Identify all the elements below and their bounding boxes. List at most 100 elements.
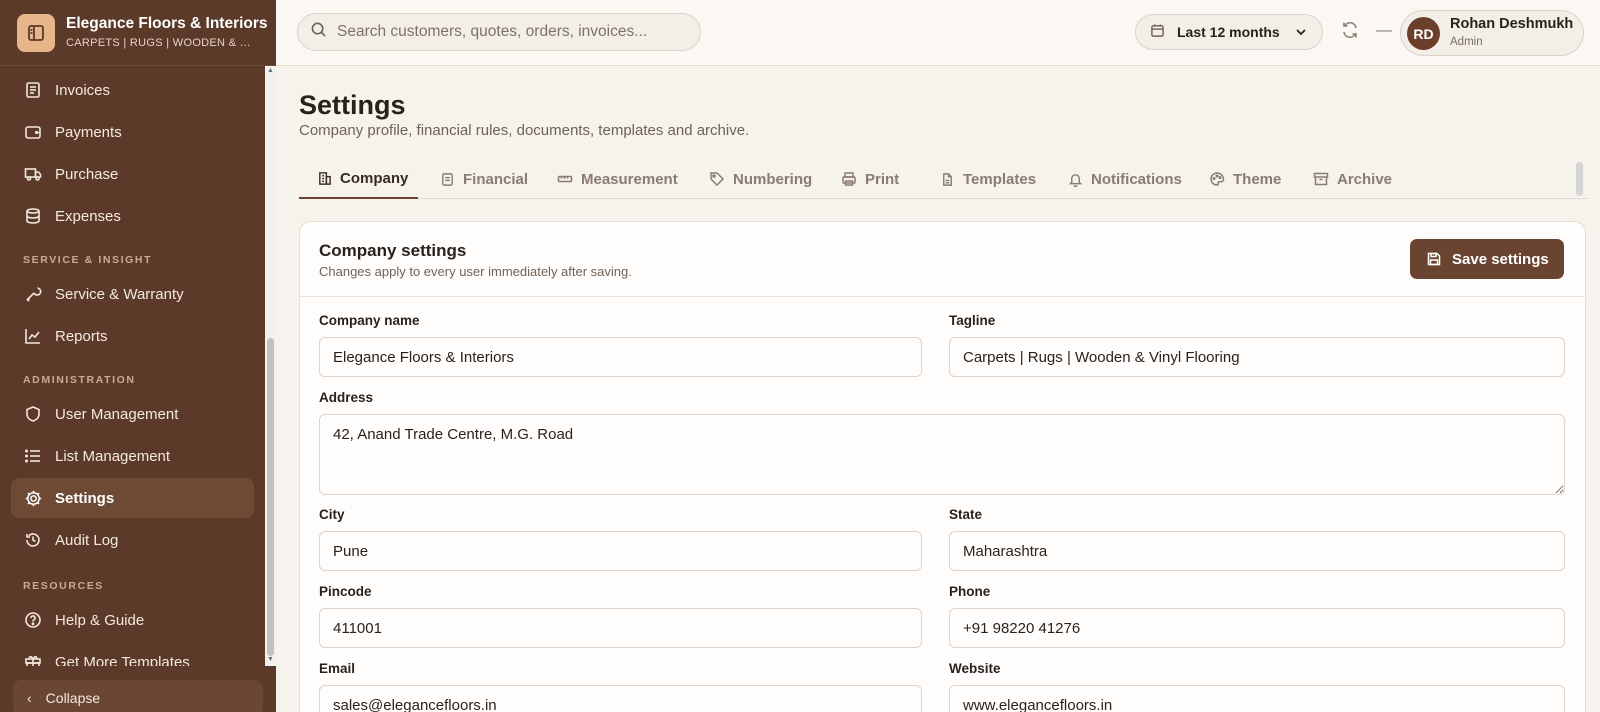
tab-label: Archive [1337,170,1393,188]
tab-print[interactable]: Print [841,159,899,199]
save-label: Save settings [1452,250,1549,268]
phone-field[interactable] [949,608,1565,648]
main-content: Settings Company profile, financial rule… [276,66,1600,712]
list-icon [23,446,43,466]
website-field[interactable] [949,685,1565,712]
tagline-label: Tagline [949,313,996,328]
sidebar-item-label: Payments [55,123,122,141]
tab-notifications[interactable]: Notifications [1067,159,1182,199]
sidebar-item-get-more-templates[interactable]: Get More Templates [11,642,254,666]
period-select[interactable]: Last 12 months [1135,14,1323,50]
sidebar-item-label: Expenses [55,207,121,225]
tab-numbering[interactable]: Numbering [709,159,812,199]
bell-icon [1067,171,1083,187]
truck-icon [23,164,43,184]
sidebar-item-help-guide[interactable]: Help & Guide [11,600,254,640]
sidebar-item-audit-log[interactable]: Audit Log [11,520,254,560]
sidebar-item-label: User Management [55,405,179,423]
brand-name: Elegance Floors & Interiors [66,15,268,32]
city-field[interactable] [319,531,922,571]
sidebar-item-label: Settings [55,489,115,507]
card-header: Company settings Changes apply to every … [300,222,1585,297]
sidebar-item-list-management[interactable]: List Management [11,436,254,476]
pincode-field[interactable] [319,608,922,648]
settings-tabs: Company Financial Measurement Numbering … [299,159,1589,199]
sidebar-item-reports[interactable]: Reports [11,316,254,356]
tab-label: Numbering [733,170,813,188]
scroll-down-icon[interactable]: ▼ [267,656,274,664]
tab-theme[interactable]: Theme [1209,159,1281,199]
pincode-label: Pincode [319,584,372,599]
tab-company[interactable]: Company [299,159,418,199]
tab-templates[interactable]: Templates [939,159,1036,199]
save-settings-button[interactable]: Save settings [1410,239,1564,279]
receipt-icon [439,171,455,187]
sidebar-section-resources: RESOURCES [23,580,104,592]
sidebar-section-service: SERVICE & INSIGHT [23,254,153,266]
tab-label: Notifications [1091,170,1182,188]
sidebar-scrollbar[interactable]: ▲ ▼ [265,66,276,666]
sidebar-item-expenses[interactable]: Expenses [11,196,254,236]
tab-financial[interactable]: Financial [439,159,528,199]
tab-label: Measurement [581,170,678,188]
database-icon [23,206,43,226]
minimize-icon[interactable]: — [1376,20,1392,42]
tab-label: Financial [463,170,529,188]
printer-icon [841,171,857,187]
user-role: Admin [1450,36,1483,48]
sidebar-item-settings[interactable]: Settings [11,478,254,518]
brand: Elegance Floors & Interiors CARPETS | RU… [0,0,276,66]
tab-label: Print [865,170,900,188]
user-menu[interactable]: RD Rohan Deshmukh Admin [1400,10,1584,56]
tab-label: Templates [963,170,1037,188]
page-subtitle: Company profile, financial rules, docume… [299,122,750,139]
sidebar-item-purchase[interactable]: Purchase [11,154,254,194]
help-circle-icon [23,610,43,630]
building-icon [316,170,332,186]
page-title: Settings [299,90,406,120]
card-title: Company settings [319,241,467,260]
company-name-field[interactable] [319,337,922,377]
sidebar-item-user-management[interactable]: User Management [11,394,254,434]
collapse-label: Collapse [45,690,101,706]
sidebar-item-invoices[interactable]: Invoices [11,70,254,110]
sidebar-toggle-icon[interactable] [17,14,55,52]
collapse-button[interactable]: ‹ Collapse [13,680,263,712]
sidebar-scroll-thumb[interactable] [267,338,274,656]
company-settings-card: Company settings Changes apply to every … [299,221,1586,712]
sidebar-item-payments[interactable]: Payments [11,112,254,152]
palette-icon [1209,171,1225,187]
shield-icon [23,404,43,424]
email-field[interactable] [319,685,922,712]
tab-measurement[interactable]: Measurement [557,159,678,199]
brand-tagline: CARPETS | RUGS | WOODEN & VINYL FLOORING [66,37,256,49]
file-icon [939,171,955,187]
state-field[interactable] [949,531,1565,571]
search-box[interactable] [297,13,701,51]
sidebar-item-label: Audit Log [55,531,119,549]
search-icon [310,21,327,43]
topbar: Last 12 months — RD Rohan Deshmukh Admin [276,0,1600,66]
sidebar-item-label: Service & Warranty [55,285,184,303]
archive-icon [1313,171,1329,187]
search-input[interactable] [337,23,677,41]
sidebar-item-label: Invoices [55,81,111,99]
history-icon [23,530,43,550]
phone-label: Phone [949,584,991,599]
refresh-icon[interactable] [1340,20,1362,42]
tab-archive[interactable]: Archive [1313,159,1392,199]
period-label: Last 12 months [1177,24,1280,40]
sidebar-item-service-warranty[interactable]: Service & Warranty [11,274,254,314]
tab-label: Theme [1233,170,1282,188]
sidebar-section-admin: ADMINISTRATION [23,374,136,386]
website-label: Website [949,661,1001,676]
sidebar-item-label: List Management [55,447,171,465]
gift-icon [23,652,43,666]
tabs-scrollbar[interactable] [1576,162,1583,196]
address-field[interactable]: 42, Anand Trade Centre, M.G. Road [319,414,1565,495]
scroll-up-icon[interactable]: ▲ [267,67,274,75]
sidebar-nav: Invoices Payments Purchase Expenses SERV… [0,66,265,666]
tagline-field[interactable] [949,337,1565,377]
invoice-icon [23,80,43,100]
chart-line-icon [23,326,43,346]
